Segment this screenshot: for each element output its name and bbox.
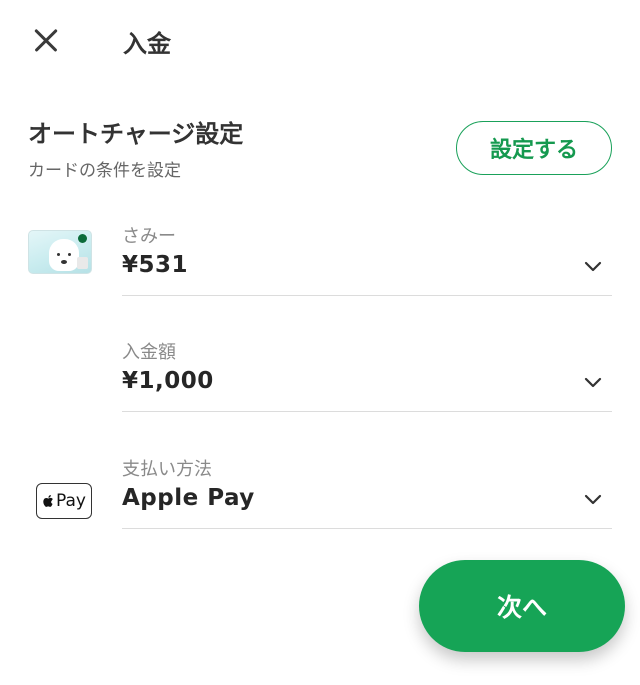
chevron-down-icon: [584, 377, 602, 388]
card-logo: [78, 234, 87, 243]
chevron-down-icon: [584, 261, 602, 272]
page-title: 入金: [123, 30, 171, 58]
auto-charge-setup-button[interactable]: 設定する: [456, 121, 612, 175]
amount-select[interactable]: 入金額 ¥1,000: [122, 338, 612, 412]
card-select[interactable]: さみー ¥531: [122, 222, 612, 296]
payment-method-label: 支払い方法: [122, 459, 212, 480]
auto-charge-subtitle: カードの条件を設定: [28, 161, 181, 181]
amount-label: 入金額: [122, 342, 176, 363]
apple-pay-badge-text: Pay: [56, 491, 86, 511]
apple-logo-icon: [43, 495, 53, 507]
card-balance: ¥531: [122, 252, 189, 278]
auto-charge-title: オートチャージ設定: [28, 120, 244, 148]
card-bear-eye-left: [57, 253, 60, 256]
close-icon[interactable]: [28, 22, 66, 60]
chevron-down-icon: [584, 494, 602, 505]
card-label: さみー: [122, 226, 176, 247]
card-bear-nose: [61, 260, 67, 264]
payment-method-select[interactable]: 支払い方法 Apple Pay: [122, 455, 612, 529]
card-bear-eye-right: [68, 253, 71, 256]
apple-pay-icon: Pay: [36, 483, 92, 519]
bear-card-icon: [28, 230, 92, 274]
card-bear-face: [49, 239, 79, 271]
card-stripe: [77, 257, 88, 269]
deposit-screen: 入金 オートチャージ設定 カードの条件を設定 設定する さみー ¥531 入金額…: [0, 0, 640, 685]
next-button[interactable]: 次へ: [419, 560, 625, 652]
payment-method-value: Apple Pay: [122, 485, 255, 511]
amount-value: ¥1,000: [122, 368, 214, 394]
